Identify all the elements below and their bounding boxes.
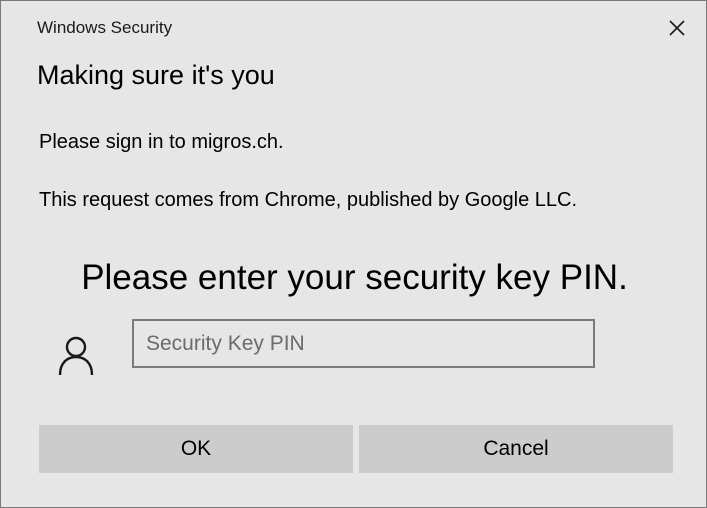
pin-prompt: Please enter your security key PIN.	[81, 258, 628, 297]
security-key-pin-input[interactable]	[132, 319, 595, 368]
app-title: Windows Security	[37, 18, 173, 37]
dialog-heading: Making sure it's you	[37, 60, 275, 90]
request-origin-text: This request comes from Chrome, publishe…	[39, 189, 578, 211]
close-icon	[669, 20, 685, 36]
sign-in-text: Please sign in to migros.ch.	[39, 131, 284, 153]
close-button[interactable]	[660, 11, 694, 45]
cancel-button[interactable]: Cancel	[359, 425, 673, 473]
security-dialog: Windows Security Making sure it's you Pl…	[0, 0, 707, 508]
ok-button[interactable]: OK	[39, 425, 353, 473]
user-icon	[58, 336, 94, 376]
